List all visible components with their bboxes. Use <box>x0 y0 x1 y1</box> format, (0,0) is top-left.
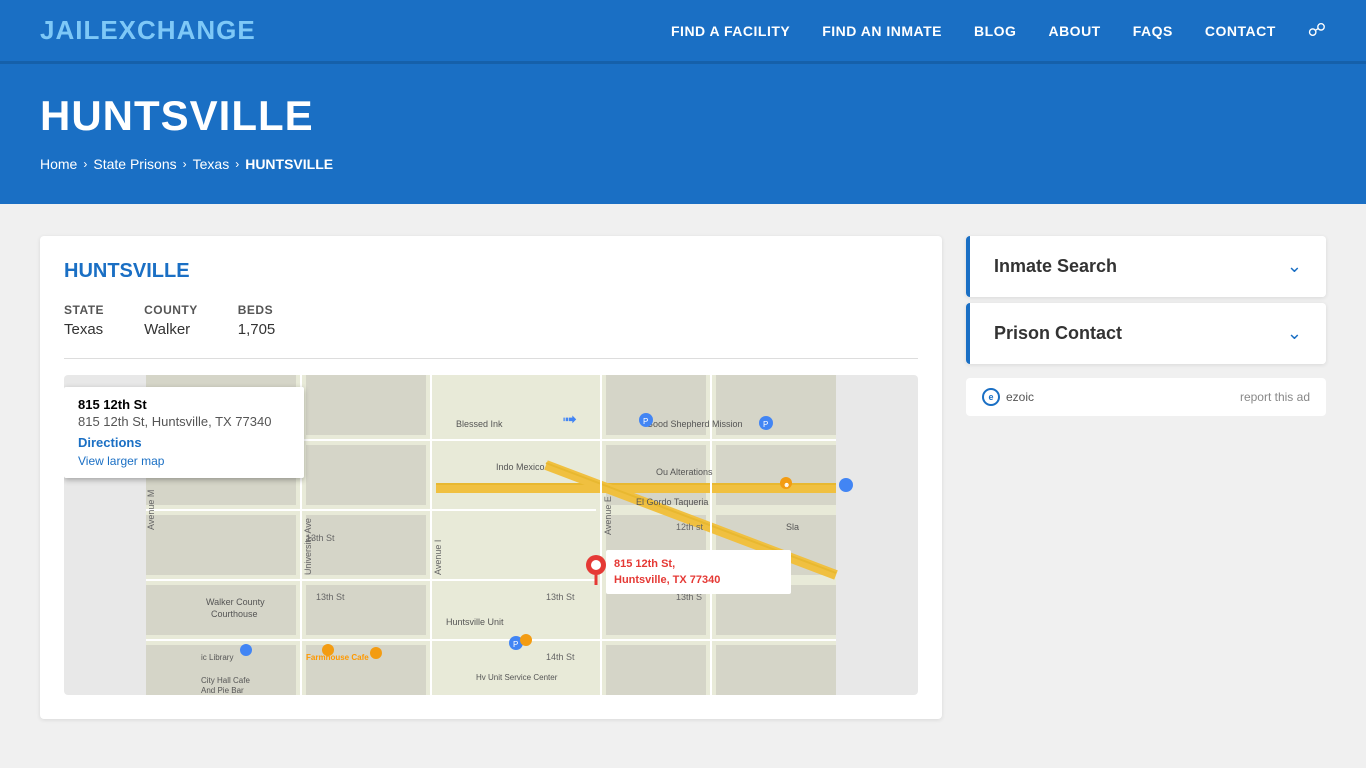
svg-text:13th St: 13th St <box>316 592 345 602</box>
map-container: Avenue M University Ave Avenue I Avenue … <box>64 375 918 695</box>
report-ad-link[interactable]: report this ad <box>1240 390 1310 404</box>
svg-text:Avenue E: Avenue E <box>603 496 613 535</box>
state-label: STATE <box>64 303 104 317</box>
logo[interactable]: JAILEXCHANGE <box>40 15 256 46</box>
facility-panel: HUNTSVILLE STATE Texas COUNTY Walker BED… <box>40 236 942 719</box>
breadcrumb-chevron-1: › <box>83 157 87 171</box>
svg-text:12th st: 12th st <box>676 522 704 532</box>
nav-find-inmate[interactable]: FIND AN INMATE <box>822 23 942 39</box>
svg-text:Indo Mexico: Indo Mexico <box>496 462 545 472</box>
svg-text:13th St: 13th St <box>306 533 335 543</box>
nav-find-facility[interactable]: FIND A FACILITY <box>671 23 790 39</box>
county-value: Walker <box>144 321 198 338</box>
breadcrumb-chevron-3: › <box>235 157 239 171</box>
svg-text:P: P <box>763 420 768 429</box>
svg-text:Good Shepherd Mission: Good Shepherd Mission <box>646 419 743 429</box>
beds-info: BEDS 1,705 <box>238 303 276 338</box>
county-info: COUNTY Walker <box>144 303 198 338</box>
svg-text:P: P <box>513 640 518 649</box>
inmate-search-header[interactable]: Inmate Search ⌄ <box>966 236 1326 297</box>
breadcrumb-texas[interactable]: Texas <box>193 156 230 172</box>
svg-text:Hv Unit Service Center: Hv Unit Service Center <box>476 673 558 682</box>
hero-section: HUNTSVILLE Home › State Prisons › Texas … <box>0 64 1366 204</box>
inmate-search-chevron-icon: ⌄ <box>1287 256 1302 277</box>
svg-text:ic Library: ic Library <box>201 653 233 662</box>
nav-contact[interactable]: CONTACT <box>1205 23 1276 39</box>
prison-contact-card: Prison Contact ⌄ <box>966 303 1326 364</box>
svg-text:Farmhouse Cafe: Farmhouse Cafe <box>306 653 369 662</box>
main-content: HUNTSVILLE STATE Texas COUNTY Walker BED… <box>0 204 1366 751</box>
right-sidebar: Inmate Search ⌄ Prison Contact ⌄ e ezoic… <box>966 236 1326 719</box>
svg-text:Sla: Sla <box>786 522 799 532</box>
info-divider <box>64 358 918 359</box>
svg-text:Ou Alterations: Ou Alterations <box>656 467 713 477</box>
svg-text:Huntsville, TX 77340: Huntsville, TX 77340 <box>614 574 720 586</box>
svg-text:Huntsville Unit: Huntsville Unit <box>446 617 504 627</box>
beds-value: 1,705 <box>238 321 276 338</box>
svg-text:815 12th St,: 815 12th St, <box>614 558 675 570</box>
svg-text:Walker County: Walker County <box>206 597 265 607</box>
prison-contact-title: Prison Contact <box>994 323 1122 344</box>
svg-text:Courthouse: Courthouse <box>211 609 258 619</box>
breadcrumb-home[interactable]: Home <box>40 156 77 172</box>
svg-text:And Pie Bar: And Pie Bar <box>201 686 244 695</box>
map-directions-link[interactable]: Directions <box>78 435 142 450</box>
state-value: Texas <box>64 321 104 338</box>
svg-text:Blessed Ink: Blessed Ink <box>456 419 503 429</box>
beds-label: BEDS <box>238 303 276 317</box>
header: JAILEXCHANGE FIND A FACILITY FIND AN INM… <box>0 0 1366 64</box>
main-nav: FIND A FACILITY FIND AN INMATE BLOG ABOU… <box>671 20 1326 41</box>
ezoic-icon: e <box>982 388 1000 406</box>
svg-text:Avenue I: Avenue I <box>433 540 443 575</box>
breadcrumb-current: HUNTSVILLE <box>245 156 333 172</box>
ezoic-label: ezoic <box>1006 390 1034 404</box>
map-view-larger-link[interactable]: View larger map <box>78 454 290 468</box>
search-icon[interactable]: ☍ <box>1308 20 1326 41</box>
ezoic-badge: e ezoic <box>982 388 1034 406</box>
nav-about[interactable]: ABOUT <box>1048 23 1100 39</box>
prison-contact-chevron-icon: ⌄ <box>1287 323 1302 344</box>
ad-area: e ezoic report this ad <box>966 378 1326 416</box>
state-info: STATE Texas <box>64 303 104 338</box>
breadcrumb: Home › State Prisons › Texas › HUNTSVILL… <box>40 156 1326 172</box>
inmate-search-title: Inmate Search <box>994 256 1117 277</box>
facility-info-grid: STATE Texas COUNTY Walker BEDS 1,705 <box>64 303 918 338</box>
nav-faqs[interactable]: FAQs <box>1133 23 1173 39</box>
svg-text:Avenue M: Avenue M <box>146 490 156 530</box>
logo-jail: JAIL <box>40 15 100 45</box>
map-street: 815 12th St <box>78 397 290 412</box>
nav-blog[interactable]: BLOG <box>974 23 1016 39</box>
facility-name: HUNTSVILLE <box>64 260 918 283</box>
svg-text:El Gordo Taqueria: El Gordo Taqueria <box>636 497 708 507</box>
breadcrumb-state-prisons[interactable]: State Prisons <box>93 156 176 172</box>
map-info-box: 815 12th St 815 12th St, Huntsville, TX … <box>64 387 304 478</box>
page-title: HUNTSVILLE <box>40 92 1326 140</box>
breadcrumb-chevron-2: › <box>183 157 187 171</box>
logo-exchange: EXCHANGE <box>100 15 255 45</box>
prison-contact-header[interactable]: Prison Contact ⌄ <box>966 303 1326 364</box>
inmate-search-card: Inmate Search ⌄ <box>966 236 1326 297</box>
county-label: COUNTY <box>144 303 198 317</box>
svg-text:University Ave: University Ave <box>303 518 313 575</box>
svg-text:City Hall Cafe: City Hall Cafe <box>201 676 250 685</box>
svg-text:➟: ➟ <box>562 409 577 429</box>
svg-text:14th St: 14th St <box>546 652 575 662</box>
svg-text:13th St: 13th St <box>546 592 575 602</box>
map-address: 815 12th St, Huntsville, TX 77340 <box>78 414 290 429</box>
svg-text:☻: ☻ <box>783 482 790 489</box>
svg-text:P: P <box>643 417 648 426</box>
